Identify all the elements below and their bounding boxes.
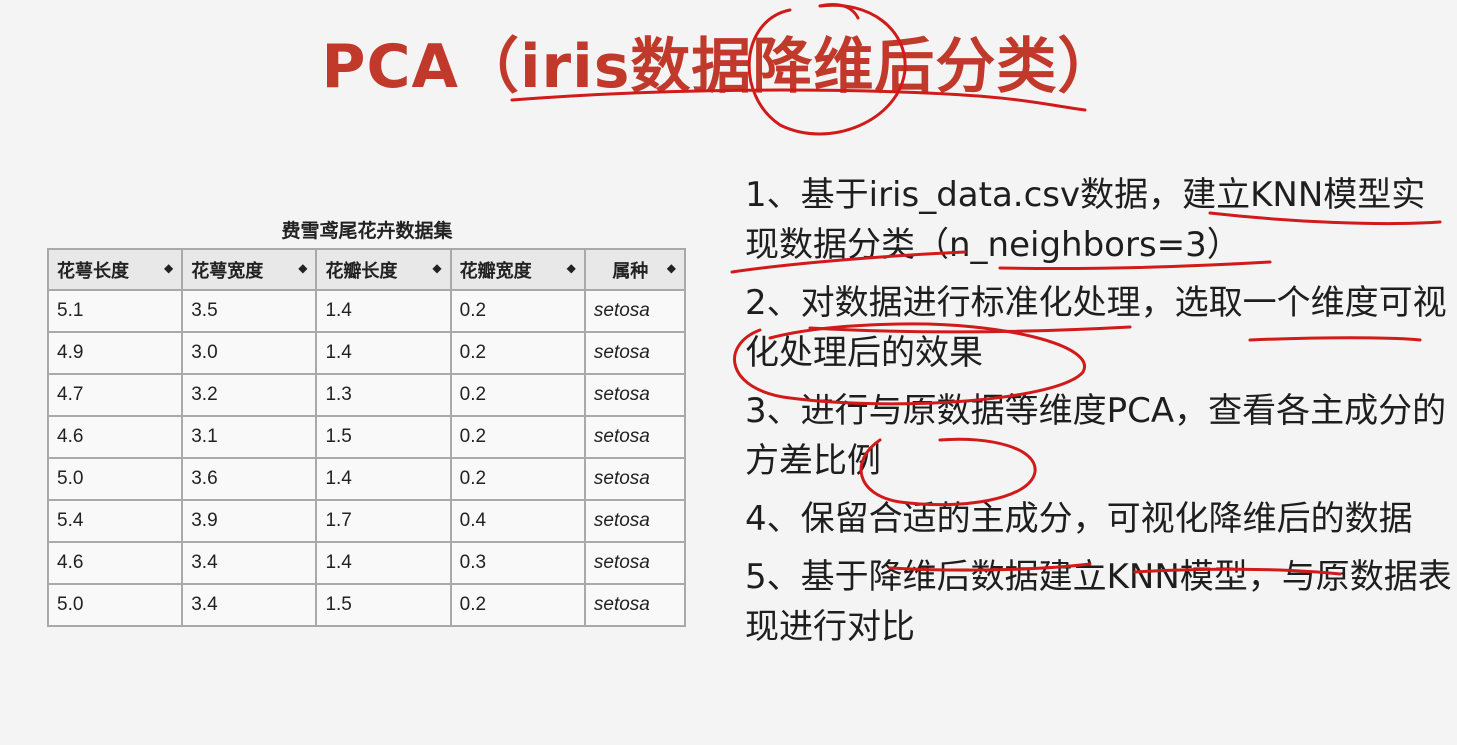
column-header-petal-length[interactable]: 花瓣长度 ◆ [315, 248, 452, 291]
sort-icon[interactable]: ◆ [298, 261, 307, 275]
measurement-cell: 0.2 [449, 331, 586, 375]
measurement-cell: 3.4 [181, 541, 318, 585]
measurement-cell: 1.5 [315, 583, 452, 627]
task-item-5: 5、基于降维后数据建立KNN模型，与原数据表现进行对比 [745, 557, 1452, 647]
table-row: 4.6 3.1 1.5 0.2 setosa [46, 415, 687, 459]
column-header-label: 花萼宽度 [191, 260, 264, 282]
title-tick-annotation [818, 3, 860, 20]
measurement-cell: 0.4 [449, 499, 586, 543]
sort-icon[interactable]: ◆ [667, 261, 676, 275]
measurement-cell: 1.5 [315, 415, 452, 459]
species-cell: setosa [583, 415, 687, 459]
slide: PCA（iris数据降维后分类） 费雪鸢尾花卉数据集 花萼长度 ◆ 花萼宽度 ◆… [0, 0, 1457, 745]
table-row: 4.6 3.4 1.4 0.3 setosa [46, 541, 687, 585]
measurement-cell: 3.4 [181, 583, 318, 627]
measurement-cell: 1.4 [315, 457, 452, 501]
table-row: 4.7 3.2 1.3 0.2 setosa [46, 373, 687, 417]
species-cell: setosa [583, 583, 687, 627]
measurement-cell: 4.9 [46, 331, 184, 375]
column-header-label: 花萼长度 [57, 260, 129, 282]
column-header-species[interactable]: 属种 ◆ [583, 248, 687, 291]
table-row: 4.9 3.0 1.4 0.2 setosa [46, 331, 687, 375]
column-header-sepal-length[interactable]: 花萼长度 ◆ [46, 248, 184, 291]
measurement-cell: 1.4 [315, 331, 452, 375]
species-cell: setosa [583, 289, 687, 333]
table-body: 5.1 3.5 1.4 0.2 setosa 4.9 3.0 1.4 0.2 setosa 4.7 3… [46, 289, 687, 627]
measurement-cell: 0.2 [449, 373, 586, 417]
measurement-cell: 4.6 [46, 541, 184, 585]
sort-icon[interactable]: ◆ [432, 261, 441, 275]
measurement-cell: 4.6 [46, 415, 184, 459]
column-header-label: 花瓣宽度 [459, 260, 532, 282]
measurement-cell: 4.7 [46, 373, 184, 417]
measurement-cell: 3.1 [181, 415, 318, 459]
measurement-cell: 5.1 [46, 289, 184, 333]
species-cell: setosa [583, 457, 687, 501]
column-header-label: 花瓣长度 [325, 260, 398, 282]
measurement-cell: 3.9 [181, 499, 318, 543]
sort-icon[interactable]: ◆ [567, 261, 576, 275]
measurement-cell: 3.6 [181, 457, 318, 501]
column-header-label: 属种 [612, 260, 649, 282]
measurement-cell: 0.2 [449, 457, 586, 501]
sort-icon[interactable]: ◆ [164, 261, 173, 275]
measurement-cell: 1.7 [315, 499, 452, 543]
table-row: 5.1 3.5 1.4 0.2 setosa [46, 289, 687, 333]
task-item-3: 3、进行与原数据等维度PCA，查看各主成分的方差比例 [745, 391, 1447, 481]
measurement-cell: 5.0 [46, 457, 184, 501]
iris-table: 花萼长度 ◆ 花萼宽度 ◆ 花瓣长度 ◆ 花瓣宽度 ◆ 属种 ◆ 5.1 3.5… [46, 248, 687, 627]
species-cell: setosa [583, 331, 687, 375]
slide-title: PCA（iris数据降维后分类） [321, 32, 1119, 102]
measurement-cell: 1.4 [315, 541, 452, 585]
task-item-1: 1、基于iris_data.csv数据，建立KNN模型实现数据分类（n_neig… [745, 175, 1426, 265]
task-list: 1、基于iris_data.csv数据，建立KNN模型实现数据分类（n_neig… [745, 170, 1455, 652]
measurement-cell: 3.5 [181, 289, 318, 333]
table-row: 5.0 3.4 1.5 0.2 setosa [46, 583, 687, 627]
measurement-cell: 5.0 [46, 583, 184, 627]
measurement-cell: 3.2 [181, 373, 318, 417]
measurement-cell: 3.0 [181, 331, 318, 375]
task-item-4: 4、保留合适的主成分，可视化降维后的数据 [745, 499, 1413, 539]
species-cell: setosa [583, 373, 687, 417]
column-header-sepal-width[interactable]: 花萼宽度 ◆ [181, 248, 318, 291]
table-row: 5.4 3.9 1.7 0.4 setosa [46, 499, 687, 543]
measurement-cell: 1.4 [315, 289, 452, 333]
table-header-row: 花萼长度 ◆ 花萼宽度 ◆ 花瓣长度 ◆ 花瓣宽度 ◆ 属种 ◆ [46, 248, 687, 291]
measurement-cell: 0.2 [449, 289, 586, 333]
measurement-cell: 5.4 [46, 499, 184, 543]
measurement-cell: 0.2 [449, 583, 586, 627]
measurement-cell: 0.2 [449, 415, 586, 459]
table-row: 5.0 3.6 1.4 0.2 setosa [46, 457, 687, 501]
measurement-cell: 0.3 [449, 541, 586, 585]
task-item-2: 2、对数据进行标准化处理，选取一个维度可视化处理后的效果 [745, 283, 1447, 373]
species-cell: setosa [583, 541, 687, 585]
measurement-cell: 1.3 [315, 373, 452, 417]
table-caption: 费雪鸢尾花卉数据集 [281, 220, 453, 242]
species-cell: setosa [583, 499, 687, 543]
column-header-petal-width[interactable]: 花瓣宽度 ◆ [449, 248, 586, 291]
